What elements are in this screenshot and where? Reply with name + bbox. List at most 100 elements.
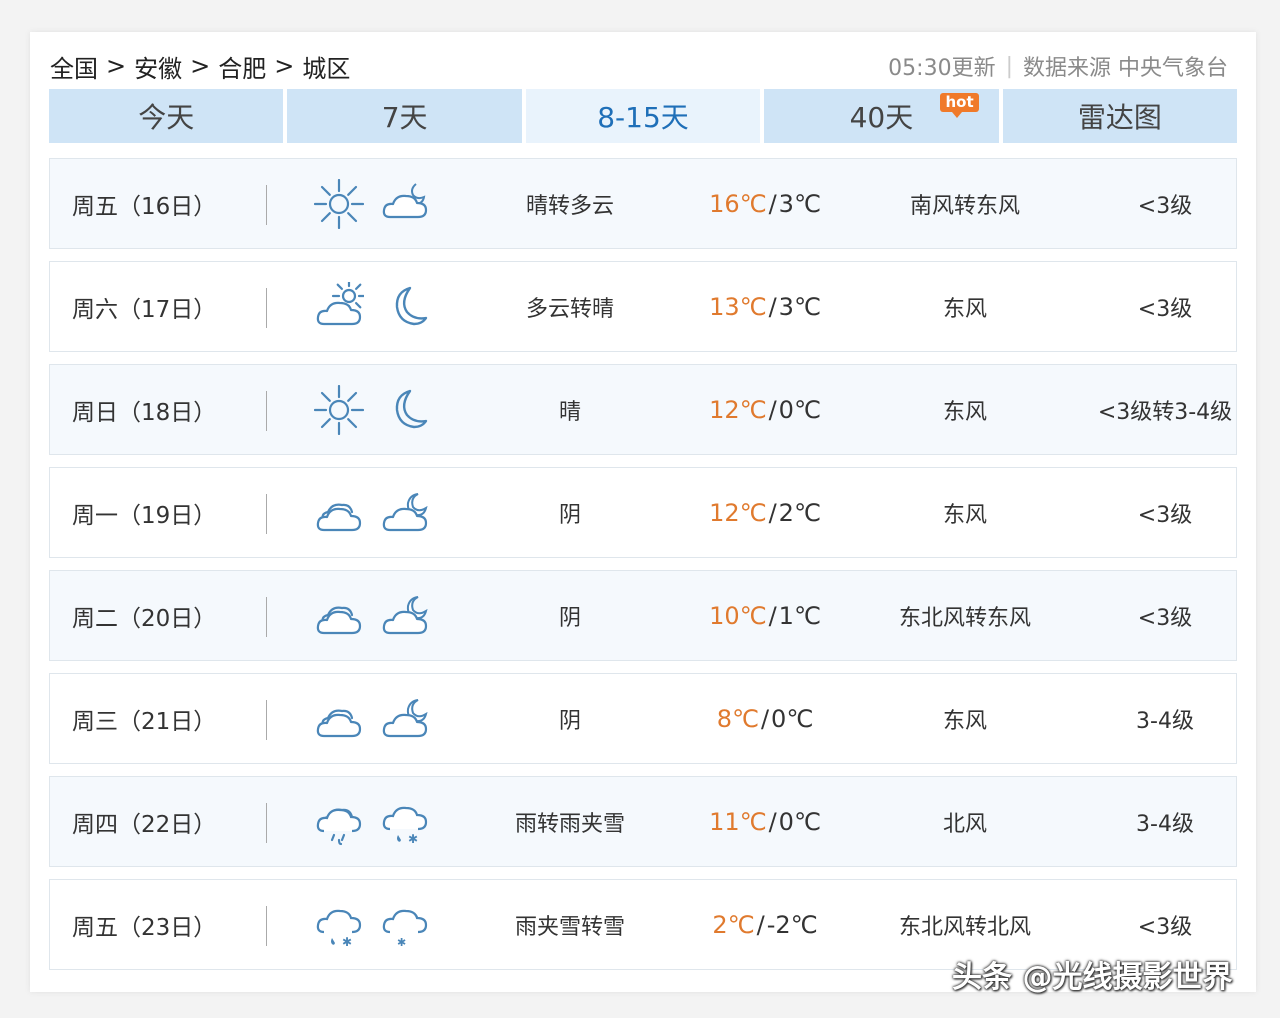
sleet-icon: ✱: [316, 909, 362, 949]
temp-separator: /: [768, 498, 777, 527]
breadcrumb-province[interactable]: 安徽: [134, 49, 182, 84]
update-time: 05:30更新: [888, 56, 996, 81]
breadcrumb-district: 城区: [302, 54, 351, 83]
meta-divider: |: [1005, 53, 1013, 79]
row-divider: [266, 803, 267, 843]
tab-label: 雷达图: [1077, 101, 1162, 134]
weather-icons: [314, 262, 434, 351]
day-label: 周日（18日）: [72, 399, 217, 426]
data-source: 数据来源 中央气象台: [1023, 56, 1228, 81]
weather-icons: ✱ ✱: [314, 880, 434, 969]
temp-separator: /: [768, 292, 777, 321]
breadcrumb-separator: >: [106, 52, 127, 80]
forecast-row: 周六（17日） 多云转晴 13℃/3℃ 东风 <3级: [49, 261, 1237, 352]
wind-direction: 东北风转东风: [898, 605, 1031, 631]
svg-text:✱: ✱: [342, 935, 352, 949]
row-divider: [266, 700, 267, 740]
high-temp: 10℃: [709, 601, 767, 630]
weather-description: 雨夹雪转雪: [514, 914, 625, 940]
wind-level: 3-4级: [1136, 708, 1194, 734]
tab-8-15-days[interactable]: 8-15天: [525, 89, 761, 143]
partly-cloudy-icon: [316, 281, 364, 325]
weather-description: 雨转雨夹雪: [514, 811, 625, 837]
wind-direction: 东风: [942, 502, 987, 528]
breadcrumb: 全国 > 安徽 > 合肥 > 城区: [50, 49, 350, 84]
svg-text:✱: ✱: [397, 936, 406, 949]
high-temp: 2℃: [712, 910, 755, 939]
weather-icons: ✱: [314, 777, 434, 866]
forecast-row: 周日（18日） 晴 12℃/0℃ 东风 <3级转3-4级: [49, 364, 1237, 455]
temp-separator: /: [768, 807, 777, 836]
day-label: 周五（16日）: [72, 193, 217, 220]
low-temp: 2℃: [778, 498, 821, 527]
overcast-icon: [316, 503, 362, 531]
sunny-icon: [314, 384, 364, 435]
temperature-range: 11℃/0℃: [670, 777, 860, 866]
low-temp: -2℃: [766, 910, 818, 939]
breadcrumb-city[interactable]: 合肥: [218, 49, 266, 84]
high-temp: 12℃: [709, 498, 767, 527]
tab-today[interactable]: 今天: [49, 89, 284, 143]
hot-badge: hot: [940, 93, 979, 118]
low-temp: 3℃: [778, 189, 821, 218]
day-label: 周三（21日）: [72, 708, 217, 735]
temp-separator: /: [760, 704, 770, 733]
overcast-moon-icon: [382, 595, 428, 634]
wind-direction: 北风: [942, 811, 987, 837]
wind-level: 3-4级: [1136, 811, 1194, 837]
temp-separator: /: [768, 601, 777, 630]
weather-panel: 全国 > 安徽 > 合肥 > 城区 05:30更新 | 数据来源 中央气象台 今…: [30, 32, 1256, 992]
low-temp: 0℃: [778, 807, 821, 836]
low-temp: 1℃: [778, 601, 821, 630]
temperature-range: 12℃/2℃: [670, 468, 860, 557]
temp-separator: /: [756, 910, 765, 939]
wind-level: <3级转3-4级: [1097, 399, 1233, 425]
row-divider: [266, 906, 267, 946]
breadcrumb-separator: >: [190, 52, 211, 80]
day-label: 周六（17日）: [72, 296, 217, 323]
weather-icons: [314, 159, 434, 248]
forecast-row: 周五（16日） 晴转多云 16℃/3℃ 南风转东风 <3级: [49, 158, 1237, 249]
forecast-row: 周二（20日） 阴 10℃/1℃ 东北风转东风 <3级: [49, 570, 1237, 661]
tab-radar[interactable]: 雷达图: [1002, 89, 1238, 143]
tab-label: 8-15天: [597, 101, 689, 134]
breadcrumb-separator: >: [274, 52, 295, 80]
overcast-moon-icon: [382, 492, 428, 531]
wind-level: <3级: [1137, 502, 1193, 528]
moon-icon: [395, 286, 428, 325]
tab-40-days[interactable]: 40天 hot: [764, 89, 999, 143]
wind-direction: 东风: [942, 399, 987, 425]
breadcrumb-national[interactable]: 全国: [50, 49, 98, 84]
weather-description: 阴: [558, 708, 581, 734]
watermark: 头条 @光线摄影世界: [952, 960, 1233, 995]
day-label: 周四（22日）: [72, 811, 217, 838]
overcast-moon-icon: [382, 698, 428, 737]
high-temp: 16℃: [709, 189, 767, 218]
temperature-range: 2℃ / -2℃: [670, 880, 860, 969]
weather-icons: [314, 571, 434, 660]
wind-direction: 东风: [942, 708, 987, 734]
wind-level: <3级: [1137, 193, 1193, 219]
temperature-range: 10℃/1℃: [670, 571, 860, 660]
weather-icons: [314, 468, 434, 557]
wind-direction: 南风转东风: [909, 193, 1020, 219]
tab-7-days[interactable]: 7天: [287, 89, 522, 143]
weather-icons: [314, 674, 434, 763]
forecast-row: 周四（22日） ✱ 雨转雨夹雪 11℃/0℃ 北风 3-4级: [49, 776, 1237, 867]
svg-text:✱: ✱: [408, 832, 418, 846]
update-meta: 05:30更新 | 数据来源 中央气象台: [888, 50, 1228, 82]
weather-description: 多云转晴: [525, 296, 614, 322]
low-temp: 3℃: [778, 292, 821, 321]
high-temp: 13℃: [709, 292, 767, 321]
weather-icons: [314, 365, 434, 454]
weather-description: 晴转多云: [525, 193, 614, 219]
overcast-icon: [316, 709, 362, 737]
weather-description: 阴: [558, 502, 581, 528]
row-divider: [266, 391, 267, 431]
high-temp: 12℃: [709, 395, 767, 424]
sleet-icon: ✱: [382, 806, 428, 846]
weather-description: 晴: [558, 399, 581, 425]
temp-separator: /: [768, 395, 777, 424]
snow-icon: ✱: [382, 909, 428, 949]
temperature-range: 16℃/3℃: [670, 159, 860, 248]
